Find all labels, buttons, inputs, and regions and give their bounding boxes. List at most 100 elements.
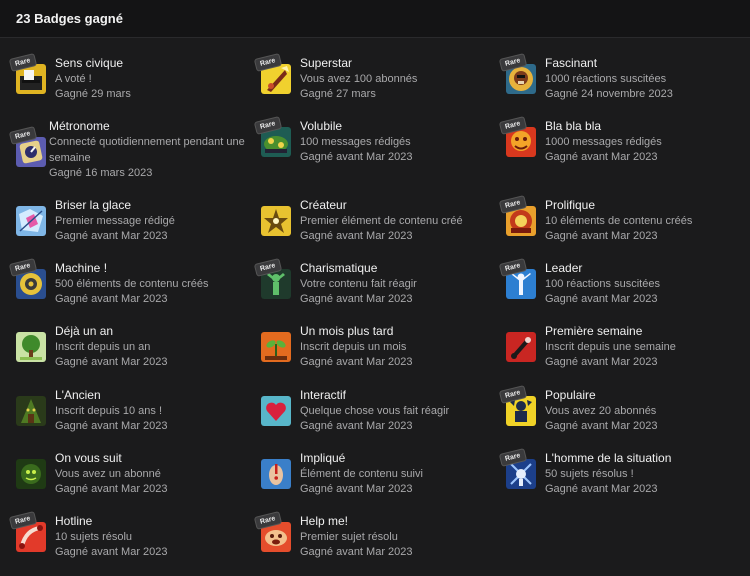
badge-item[interactable]: Rare Superstar Vous avez 100 abonnés Gagné … (253, 53, 496, 114)
badge-date: Gagné avant Mar 2023 (300, 293, 413, 305)
badge-date: Gagné avant Mar 2023 (545, 151, 658, 163)
badge-name: Sens civique (55, 56, 124, 70)
badge-icon-wrap: Rare (498, 116, 536, 157)
tree-icon (16, 332, 46, 362)
badge-icon-wrap: Rare (253, 116, 291, 157)
badge-icon-wrap: Rare (253, 258, 291, 299)
badge-text: Interactif Quelque chose vous fait réagir… (300, 388, 500, 434)
badge-description: 1000 réactions suscitées (545, 73, 667, 85)
badge-date: Gagné avant Mar 2023 (545, 230, 658, 242)
badge-item[interactable]: Rare Populaire Vous avez 20 abonnés Gagné a… (498, 385, 741, 446)
badge-name: Déjà un an (55, 324, 114, 338)
badge-icon-wrap: Rare (8, 511, 46, 552)
badge-description: Quelque chose vous fait réagir (300, 405, 450, 417)
badge-date: Gagné avant Mar 2023 (545, 356, 658, 368)
badge-icon-wrap: Rare (8, 126, 46, 167)
badge-item[interactable]: L'Ancien Inscrit depuis 10 ans ! Gagné ava… (16, 388, 251, 446)
badge-name: Populaire (545, 388, 596, 402)
badge-item[interactable]: Rare Métronome Connecté quotidiennement pe… (8, 119, 251, 179)
ice-breaker-icon (16, 206, 46, 236)
badge-name: Hotline (55, 514, 93, 528)
badge-date: Gagné avant Mar 2023 (300, 151, 413, 163)
badge-date: Gagné avant Mar 2023 (55, 356, 168, 368)
badge-text: L'Ancien Inscrit depuis 10 ans ! Gagné ava… (55, 388, 255, 434)
badge-name: Leader (545, 261, 583, 275)
badge-name: Fascinant (545, 56, 598, 70)
badge-name: Bla bla bla (545, 119, 602, 133)
badge-item[interactable]: Impliqué Élément de contenu suivi Gagné av… (261, 451, 496, 509)
badge-name: Volubile (300, 119, 343, 133)
badge-text: Sens civique A voté ! Gagné 29 mars (55, 56, 255, 102)
badge-item[interactable]: Rare Hotline 10 sujets résolu Gagné avant M… (8, 511, 251, 572)
badge-text: Briser la glace Premier message rédigé Gag… (55, 198, 255, 244)
badge-text: Hotline 10 sujets résolu Gagné avant Mar 2… (55, 514, 255, 560)
badge-icon-wrap: Rare (498, 53, 536, 94)
badge-text: Prolifique 10 éléments de contenu créés Ga… (545, 198, 745, 244)
badge-description: Connecté quotidiennement pendant une sem… (49, 136, 245, 164)
badge-text: Machine ! 500 éléments de contenu créés Ga… (55, 261, 255, 307)
badge-description: 500 éléments de contenu créés (55, 278, 209, 290)
badge-description: 100 réactions suscitées (545, 278, 660, 290)
badge-item[interactable]: Un mois plus tard Inscrit depuis un mois G… (261, 324, 496, 382)
badge-item[interactable]: Rare Charismatique Votre contenu fait réag… (253, 258, 496, 319)
badge-description: Vous avez 100 abonnés (300, 73, 418, 85)
badge-date: Gagné 16 mars 2023 (49, 167, 153, 179)
badge-name: Un mois plus tard (300, 324, 394, 338)
badge-date: Gagné avant Mar 2023 (55, 483, 168, 495)
badge-item[interactable]: Créateur Premier élément de contenu créé G… (261, 198, 496, 256)
badge-name: L'homme de la situation (545, 451, 672, 465)
badges-grid: Rare Sens civique A voté ! Gagné 29 mars Rar… (0, 0, 750, 576)
badge-name: Charismatique (300, 261, 378, 275)
badge-item[interactable]: On vous suit Vous avez un abonné Gagné ava… (16, 451, 251, 509)
badge-icon-wrap (16, 332, 46, 362)
badge-text: Volubile 100 messages rédigés Gagné avant … (300, 119, 500, 165)
badge-text: Créateur Premier élément de contenu créé G… (300, 198, 500, 244)
badge-text: On vous suit Vous avez un abonné Gagné ava… (55, 451, 255, 497)
badge-description: Vous avez un abonné (55, 468, 161, 480)
involved-icon (261, 459, 291, 489)
badge-text: Bla bla bla 1000 messages rédigés Gagné av… (545, 119, 745, 165)
badge-item[interactable]: Interactif Quelque chose vous fait réagir… (261, 388, 496, 446)
badge-icon-wrap: Rare (8, 258, 46, 299)
badge-description: Premier message rédigé (55, 215, 175, 227)
badge-description: 100 messages rédigés (300, 136, 411, 148)
badge-description: 50 sujets résolus ! (545, 468, 634, 480)
first-week-icon (506, 332, 536, 362)
badge-name: Help me! (300, 514, 349, 528)
badge-date: Gagné 29 mars (55, 88, 131, 100)
badge-text: Fascinant 1000 réactions suscitées Gagné 2… (545, 56, 745, 102)
badge-item[interactable]: Rare Bla bla bla 1000 messages rédigés Gagn… (498, 116, 741, 177)
sprout-icon (261, 332, 291, 362)
badge-item[interactable]: Déjà un an Inscrit depuis un an Gagné avan… (16, 324, 251, 382)
badge-name: Prolifique (545, 198, 596, 212)
badge-name: Machine ! (55, 261, 108, 275)
badge-icon-wrap (261, 396, 291, 426)
badge-item[interactable]: Rare Volubile 100 messages rédigés Gagné av… (253, 116, 496, 177)
badge-item[interactable]: Rare Fascinant 1000 réactions suscitées Gag… (498, 53, 741, 114)
badge-description: Premier élément de contenu créé (300, 215, 463, 227)
badge-name: Première semaine (545, 324, 643, 338)
badge-icon-wrap (261, 459, 291, 489)
badge-item[interactable]: Rare L'homme de la situation 50 sujets rés… (498, 448, 741, 509)
badge-description: 10 sujets résolu (55, 531, 133, 543)
badge-icon-wrap: Rare (498, 448, 536, 489)
badge-description: 1000 messages rédigés (545, 136, 662, 148)
badge-name: L'Ancien (55, 388, 101, 402)
badge-description: Inscrit depuis 10 ans ! (55, 405, 163, 417)
badge-text: Déjà un an Inscrit depuis un an Gagné avan… (55, 324, 255, 370)
badge-description: Inscrit depuis une semaine (545, 341, 676, 353)
badge-item[interactable]: Première semaine Inscrit depuis une semai… (506, 324, 741, 382)
badge-text: Un mois plus tard Inscrit depuis un mois G… (300, 324, 500, 370)
badge-date: Gagné avant Mar 2023 (545, 420, 658, 432)
badge-item[interactable]: Rare Leader 100 réactions suscitées Gagné a… (498, 258, 741, 319)
badge-item[interactable]: Rare Sens civique A voté ! Gagné 29 mars (8, 53, 251, 114)
badge-item[interactable]: Rare Machine ! 500 éléments de contenu cré… (8, 258, 251, 319)
badge-item[interactable]: Rare Prolifique 10 éléments de contenu cré… (498, 195, 741, 256)
badge-date: Gagné avant Mar 2023 (300, 483, 413, 495)
badge-text: Superstar Vous avez 100 abonnés Gagné 27 m… (300, 56, 500, 102)
badge-item[interactable]: Rare Help me! Premier sujet résolu Gagné av… (253, 511, 496, 572)
badge-date: Gagné 27 mars (300, 88, 376, 100)
badge-icon-wrap (261, 332, 291, 362)
badge-text: Populaire Vous avez 20 abonnés Gagné avant… (545, 388, 745, 434)
badge-item[interactable]: Briser la glace Premier message rédigé Gag… (16, 198, 251, 256)
